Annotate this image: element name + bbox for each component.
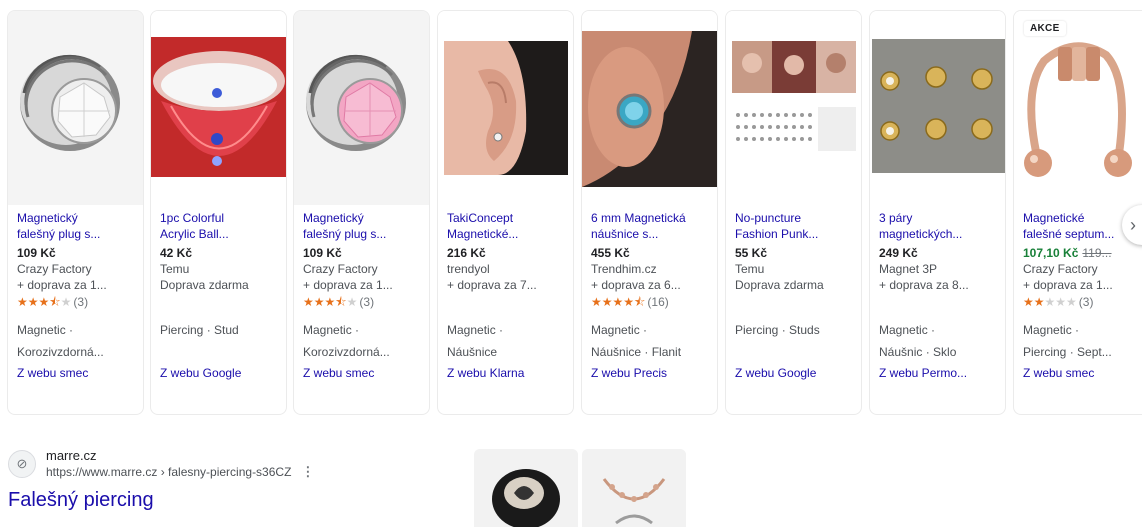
result-site-row[interactable]: ⊘ marre.cz https://www.marre.cz › falesn… [8,448,448,480]
product-title[interactable]: Magnetický falešný plug s... [303,210,423,242]
product-source-link[interactable]: Z webu Google [160,365,280,381]
product-shipping: + doprava za 1... [17,278,107,292]
product-old-price: 119... [1082,246,1112,260]
product-image[interactable] [8,11,143,205]
search-result: ⊘ marre.cz https://www.marre.cz › falesn… [8,448,448,512]
product-store: Temu [160,262,190,276]
product-title[interactable]: Magnetické falešné septum... [1023,210,1136,242]
product-title[interactable]: Magnetický falešný plug s... [17,210,137,242]
product-tags: Piercing · Studs [735,323,820,337]
result-title-link[interactable]: Falešný piercing [8,488,448,512]
product-tags: Piercing · Stud [160,323,239,337]
rating-stars-icon: ★★★⯪★ [303,295,358,309]
product-source-link[interactable]: Z webu smec [17,365,137,381]
product-rating: ★★★⯪★ (3) [303,295,375,309]
product-card[interactable]: 3 páry magnetických... 249 Kč Magnet 3P … [869,10,1006,415]
product-shipping: + doprava za 8... [879,278,969,292]
product-source-link[interactable]: Z webu smec [1023,365,1136,381]
more-vert-icon[interactable]: ⋮ [301,464,314,480]
product-price: 109 Kč [303,246,342,260]
product-card[interactable]: Magnetický falešný plug s... 109 Kč Craz… [7,10,144,415]
product-image[interactable] [294,11,429,205]
result-url: https://www.marre.cz › falesny-piercing-… [46,464,315,480]
sale-badge: AKCE [1024,21,1066,36]
product-price: 42 Kč [160,246,193,260]
product-card[interactable]: AKCE Magnetické falešné septum... 107,10… [1013,10,1142,415]
product-image[interactable] [582,11,717,205]
result-site-name: marre.cz [46,448,97,463]
product-source-link[interactable]: Z webu Klarna [447,365,567,381]
product-tags: Magnetic · Korozivzdorná... [17,323,104,359]
result-thumbnails [474,449,686,527]
product-shipping: Doprava zdarma [735,278,824,292]
product-card[interactable]: 6 mm Magnetická náušnice s... 455 Kč Tre… [581,10,718,415]
product-title[interactable]: 1pc Colorful Acrylic Ball... [160,210,280,242]
product-title[interactable]: 3 páry magnetických... [879,210,999,242]
product-price: 55 Kč [735,246,768,260]
product-rating: ★★★⯪★ (3) [17,295,89,309]
product-rating: ★★★★⯪ (16) [591,295,669,309]
product-rating: ★★★★★ (3) [1023,295,1094,309]
product-tags: Magnetic · Korozivzdorná... [303,323,390,359]
product-tags: Magnetic · Piercing · Sept... [1023,323,1112,359]
result-thumbnail[interactable] [582,449,686,527]
product-price: 455 Kč [591,246,630,260]
product-source-link[interactable]: Z webu Google [735,365,855,381]
product-store: Crazy Factory [1023,262,1098,276]
product-card[interactable]: Magnetický falešný plug s... 109 Kč Craz… [293,10,430,415]
rating-stars-icon: ★★★★★ [1023,295,1077,309]
product-shipping: + doprava za 1... [1023,278,1113,292]
product-tags: Magnetic · Náušnice · Flanit [591,323,682,359]
product-image[interactable] [438,11,573,205]
product-price: 109 Kč [17,246,56,260]
product-image[interactable] [151,11,286,205]
product-shipping: + doprava za 7... [447,278,537,292]
product-store: trendyol [447,262,490,276]
product-shipping: + doprava za 1... [303,278,393,292]
product-price: 107,10 Kč 119... [1023,246,1112,260]
product-tags: Magnetic · Náušnic · Sklo [879,323,957,359]
product-image[interactable] [726,11,861,205]
rating-stars-icon: ★★★⯪★ [17,295,72,309]
product-title[interactable]: 6 mm Magnetická náušnice s... [591,210,711,242]
marre-favicon-icon: ⊘ [8,450,36,478]
rating-stars-icon: ★★★★⯪ [591,295,646,309]
shopping-carousel: Magnetický falešný plug s... 109 Kč Craz… [0,0,1142,422]
product-card[interactable]: No-puncture Fashion Punk... 55 Kč Temu D… [725,10,862,415]
product-store: Crazy Factory [17,262,92,276]
product-store: Trendhim.cz [591,262,657,276]
product-price: 249 Kč [879,246,918,260]
product-title[interactable]: TakiConcept Magnetické... [447,210,567,242]
product-store: Temu [735,262,765,276]
product-image[interactable]: AKCE [1014,11,1142,205]
product-source-link[interactable]: Z webu smec [303,365,423,381]
product-card[interactable]: TakiConcept Magnetické... 216 Kč trendyo… [437,10,574,415]
product-store: Crazy Factory [303,262,378,276]
product-source-link[interactable]: Z webu Precis [591,365,711,381]
product-source-link[interactable]: Z webu Permo... [879,365,999,381]
product-store: Magnet 3P [879,262,938,276]
product-card[interactable]: 1pc Colorful Acrylic Ball... 42 Kč Temu … [150,10,287,415]
product-shipping: + doprava za 6... [591,278,681,292]
product-title[interactable]: No-puncture Fashion Punk... [735,210,855,242]
product-image[interactable] [870,11,1005,205]
product-tags: Magnetic · Náušnice [447,323,504,359]
product-price: 216 Kč [447,246,486,260]
result-thumbnail[interactable] [474,449,578,527]
product-shipping: Doprava zdarma [160,278,249,292]
